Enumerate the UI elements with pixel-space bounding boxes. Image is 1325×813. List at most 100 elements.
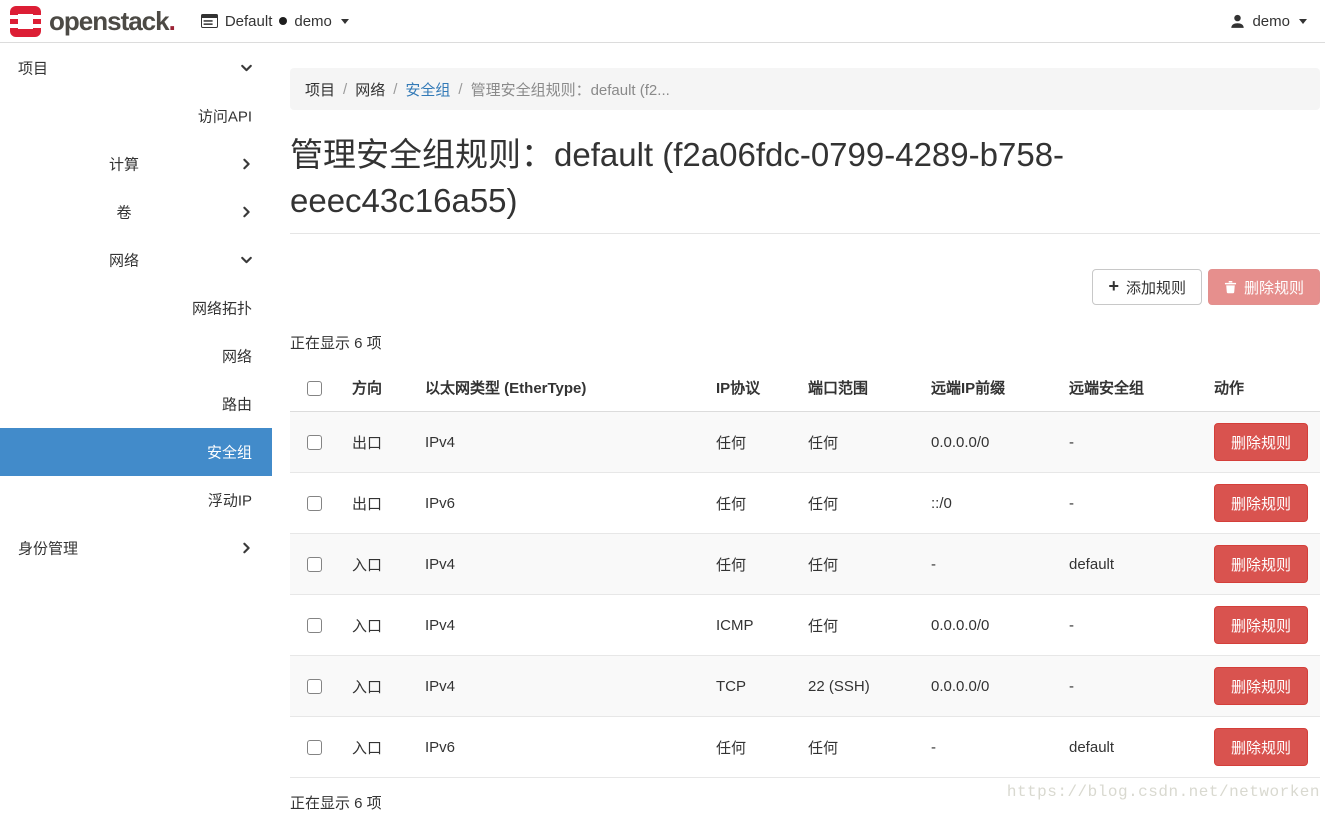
cell-ethertype: IPv4	[417, 656, 708, 717]
row-actions-cell: 删除规则	[1206, 412, 1320, 473]
cell-remote-security-group: -	[1061, 473, 1206, 534]
cell-remote-security-group: -	[1061, 595, 1206, 656]
column-header: 动作	[1206, 364, 1320, 412]
row-checkbox[interactable]	[307, 435, 322, 450]
delete-rule-button[interactable]: 删除规则	[1214, 423, 1308, 461]
table-actions-toolbar: + 添加规则 删除规则	[290, 269, 1320, 305]
current-domain: Default	[225, 13, 273, 30]
sidebar-item-floating-ips[interactable]: 浮动IP	[0, 476, 272, 524]
delete-rule-button[interactable]: 删除规则	[1214, 606, 1308, 644]
page-title: 管理安全组规则：default (f2a06fdc-0799-4289-b758…	[290, 132, 1080, 224]
sidebar-item-routers[interactable]: 路由	[0, 380, 272, 428]
cell-port-range: 任何	[800, 412, 923, 473]
sidebar-item-network[interactable]: 网络	[0, 236, 272, 284]
select-all-checkbox[interactable]	[307, 381, 322, 396]
row-actions-cell: 删除规则	[1206, 656, 1320, 717]
cell-port-range: 任何	[800, 534, 923, 595]
table-row: 出口IPv4任何任何0.0.0.0/0-删除规则	[290, 412, 1320, 473]
user-icon	[1230, 14, 1245, 29]
cell-port-range: 22 (SSH)	[800, 656, 923, 717]
cell-ip-protocol: 任何	[708, 412, 800, 473]
user-menu[interactable]: demo	[1230, 13, 1307, 30]
breadcrumb-separator: /	[343, 81, 347, 98]
row-select-cell	[290, 717, 344, 778]
plus-icon: +	[1108, 277, 1119, 295]
sidebar-item-label: 网络	[109, 250, 139, 271]
cell-direction: 出口	[344, 473, 417, 534]
sidebar-item-label: 安全组	[207, 442, 252, 463]
sidebar-item-label: 访问API	[198, 106, 252, 127]
sidebar-item-project[interactable]: 项目	[0, 44, 272, 92]
cell-remote-security-group: -	[1061, 656, 1206, 717]
sidebar-item-volumes[interactable]: 卷	[0, 188, 272, 236]
cell-ip-protocol: 任何	[708, 473, 800, 534]
table-row: 入口IPv4TCP22 (SSH)0.0.0.0/0-删除规则	[290, 656, 1320, 717]
sidebar-item-api-access[interactable]: 访问API	[0, 92, 272, 140]
cell-remote-security-group: default	[1061, 717, 1206, 778]
cell-direction: 入口	[344, 534, 417, 595]
cell-direction: 入口	[344, 656, 417, 717]
cell-ip-protocol: ICMP	[708, 595, 800, 656]
row-checkbox[interactable]	[307, 618, 322, 633]
cell-direction: 出口	[344, 412, 417, 473]
cell-ethertype: IPv4	[417, 412, 708, 473]
chevron-down-icon	[239, 253, 254, 268]
delete-rule-button[interactable]: 删除规则	[1214, 667, 1308, 705]
row-select-cell	[290, 473, 344, 534]
cell-ethertype: IPv4	[417, 534, 708, 595]
cell-port-range: 任何	[800, 717, 923, 778]
table-row: 入口IPv4任何任何-default删除规则	[290, 534, 1320, 595]
delete-rule-button[interactable]: 删除规则	[1214, 728, 1308, 766]
delete-rule-button[interactable]: 删除规则	[1214, 484, 1308, 522]
row-checkbox[interactable]	[307, 679, 322, 694]
sidebar-item-identity[interactable]: 身份管理	[0, 524, 272, 572]
sidebar-item-security-groups[interactable]: 安全组	[0, 428, 272, 476]
caret-down-icon	[341, 19, 349, 24]
row-select-cell	[290, 534, 344, 595]
domain-project-switcher[interactable]: Default demo	[201, 13, 349, 30]
cell-remote-ip-prefix: ::/0	[923, 473, 1061, 534]
separator-dot-icon	[279, 17, 287, 25]
sidebar-item-label: 浮动IP	[208, 490, 252, 511]
chevron-right-icon	[239, 205, 254, 220]
csdn-watermark: https://blog.csdn.net/networken	[1007, 783, 1320, 801]
cell-remote-ip-prefix: 0.0.0.0/0	[923, 656, 1061, 717]
brand-name: openstack.	[49, 6, 175, 37]
cell-port-range: 任何	[800, 473, 923, 534]
breadcrumb-item: 网络	[355, 79, 385, 100]
column-header: 远端安全组	[1061, 364, 1206, 412]
row-actions-cell: 删除规则	[1206, 473, 1320, 534]
column-header: 以太网类型 (EtherType)	[417, 364, 708, 412]
trash-icon	[1224, 280, 1237, 294]
delete-rules-button[interactable]: 删除规则	[1208, 269, 1320, 305]
cell-remote-ip-prefix: -	[923, 534, 1061, 595]
chevron-right-icon	[239, 541, 254, 556]
row-checkbox[interactable]	[307, 557, 322, 572]
openstack-logo-icon	[10, 6, 41, 37]
delete-rule-button[interactable]: 删除规则	[1214, 545, 1308, 583]
row-checkbox[interactable]	[307, 740, 322, 755]
chevron-down-icon	[239, 61, 254, 76]
row-checkbox[interactable]	[307, 496, 322, 511]
table-row: 出口IPv6任何任何::/0-删除规则	[290, 473, 1320, 534]
user-name: demo	[1252, 13, 1290, 30]
cell-ethertype: IPv6	[417, 473, 708, 534]
add-rule-button[interactable]: + 添加规则	[1092, 269, 1202, 305]
caret-down-icon	[1299, 19, 1307, 24]
column-header: 方向	[344, 364, 417, 412]
sidebar-item-network-topology[interactable]: 网络拓扑	[0, 284, 272, 332]
sidebar-nav: 项目访问API计算卷网络网络拓扑网络路由安全组浮动IP身份管理	[0, 43, 272, 812]
breadcrumb-item: 项目	[305, 79, 335, 100]
sidebar-item-label: 项目	[18, 58, 48, 79]
sidebar-item-networks[interactable]: 网络	[0, 332, 272, 380]
table-row: 入口IPv4ICMP任何0.0.0.0/0-删除规则	[290, 595, 1320, 656]
top-navbar: openstack. Default demo demo	[0, 0, 1325, 43]
security-group-rules-table: 方向以太网类型 (EtherType)IP协议端口范围远端IP前缀远端安全组动作…	[290, 364, 1320, 778]
row-actions-cell: 删除规则	[1206, 717, 1320, 778]
row-select-cell	[290, 595, 344, 656]
delete-rules-label: 删除规则	[1244, 277, 1304, 298]
sidebar-item-compute[interactable]: 计算	[0, 140, 272, 188]
breadcrumb-item[interactable]: 安全组	[405, 79, 450, 100]
openstack-logo[interactable]: openstack.	[10, 6, 175, 37]
breadcrumb-separator: /	[393, 81, 397, 98]
